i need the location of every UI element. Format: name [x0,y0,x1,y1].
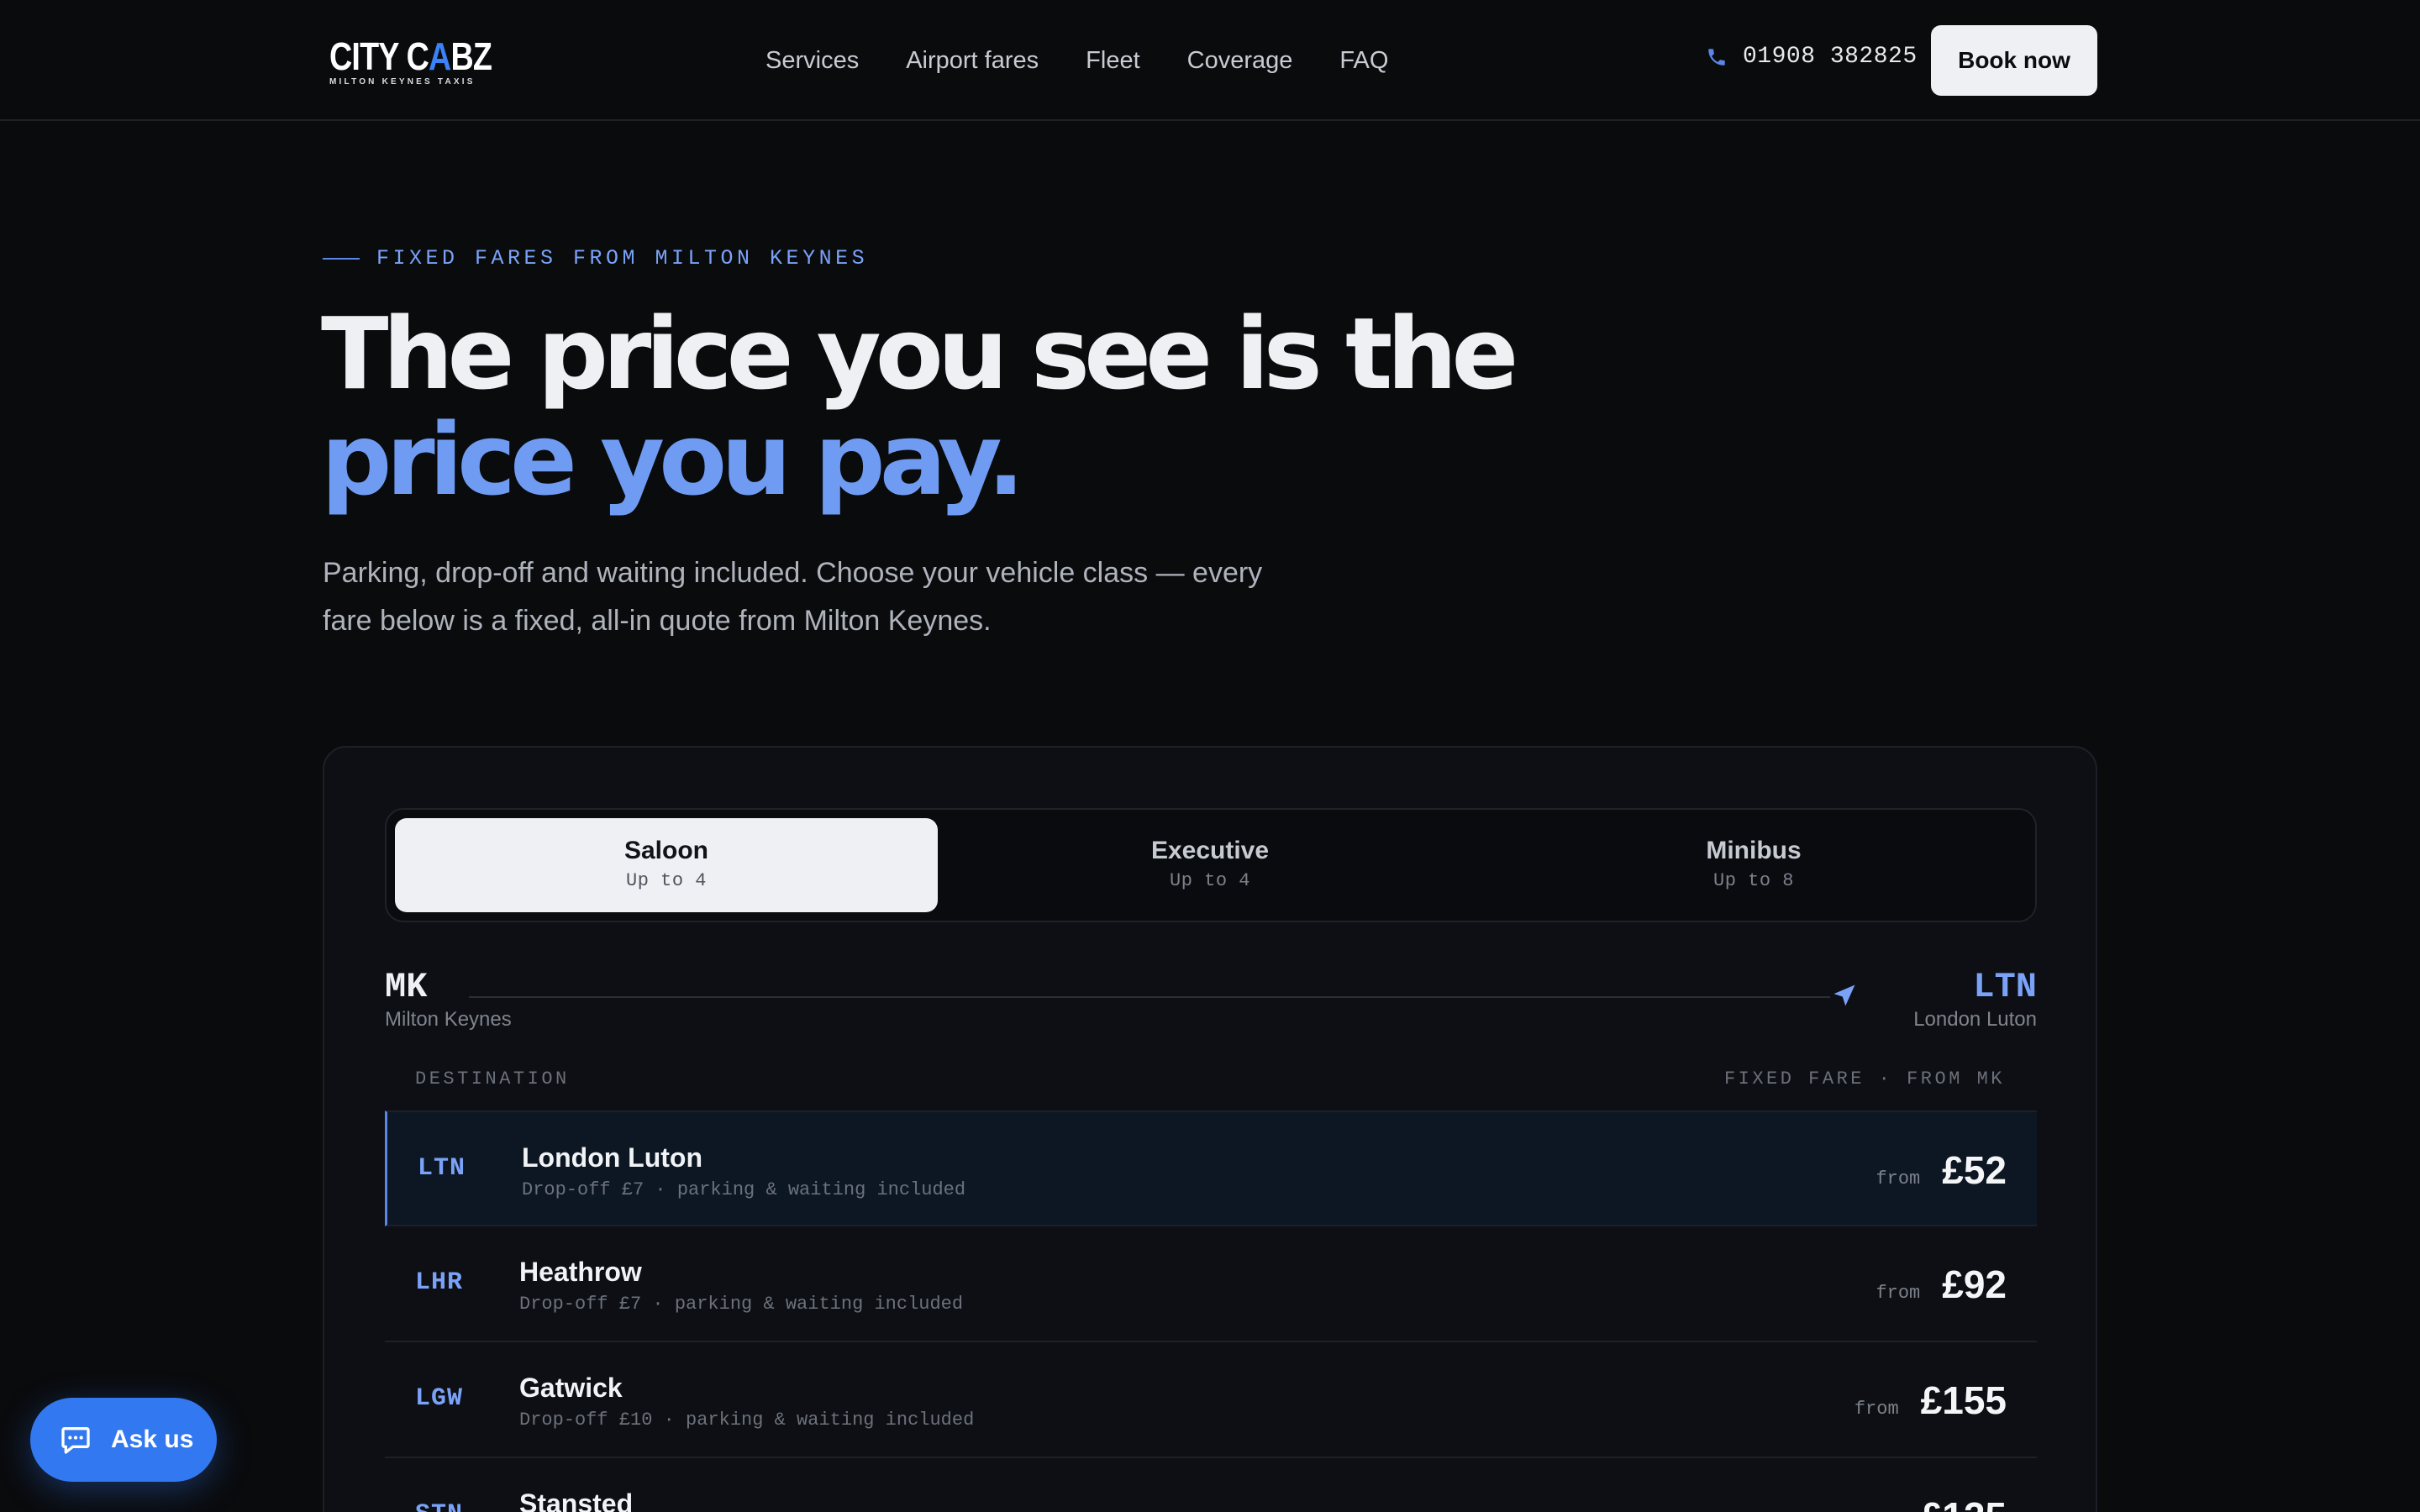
airport-code: LTN [418,1154,466,1183]
ask-us-chat-button[interactable]: Ask us [30,1398,217,1482]
fare-row-lgw[interactable]: LGW Gatwick Drop-off £10 · parking & wai… [385,1342,2037,1458]
airport-name: Gatwick [519,1373,623,1403]
airport-name: Heathrow [519,1257,642,1287]
nav-link-coverage[interactable]: Coverage [1187,44,1293,77]
route-origin: MK Milton Keynes [385,968,512,1032]
airport-name: London Luton [522,1142,703,1173]
logo[interactable]: CITY CABZ MILTON KEYNES TAXIS [329,34,492,87]
site-header: CITY CABZ MILTON KEYNES TAXIS Services A… [0,0,2420,121]
fare-price: £125 [1921,1494,2007,1512]
vehicle-class-tabs: Saloon Up to 4 Executive Up to 4 Minibus… [385,808,2037,922]
nav-link-faq[interactable]: FAQ [1339,44,1388,77]
main-nav: Services Airport fares Fleet Coverage FA… [765,44,1435,77]
fare-card: Saloon Up to 4 Executive Up to 4 Minibus… [323,746,2097,1512]
nav-link-services[interactable]: Services [765,44,859,77]
tab-title: Minibus [1706,837,1802,864]
tab-executive[interactable]: Executive Up to 4 [939,818,1481,912]
airport-code: STN [415,1500,463,1512]
fare-from-label: from [1876,1283,1921,1304]
fare-row-stn[interactable]: STN Stansted £125 [385,1458,2037,1512]
origin-code: MK [385,967,428,1007]
fare-row-lhr[interactable]: LHR Heathrow Drop-off £7 · parking & wai… [385,1226,2037,1342]
airport-code: LHR [415,1268,464,1297]
fare-note: Drop-off £7 · parking & waiting included [519,1294,964,1315]
tab-minibus[interactable]: Minibus Up to 8 [1482,818,2025,912]
fare-price-group: from £155 [1854,1378,2007,1423]
chat-label: Ask us [111,1425,194,1453]
fare-price-group: £125 [1899,1494,2007,1512]
eyebrow: FIXED FARES FROM MILTON KEYNES [323,246,868,270]
page: CITY CABZ MILTON KEYNES TAXIS Services A… [0,0,2420,1512]
fare-price-group: from £92 [1876,1262,2007,1307]
fare-note: Drop-off £10 · parking & waiting include… [519,1410,975,1431]
route-destination: LTN London Luton [1913,968,2037,1032]
airport-code: LGW [415,1384,464,1413]
location-pin-icon: A [429,34,451,78]
destination-name: London Luton [1913,1008,2037,1031]
fare-price: £155 [1920,1378,2007,1422]
tab-capacity: Up to 8 [1713,870,1794,891]
tab-title: Saloon [623,837,708,864]
fare-price-group: from £52 [1876,1147,2007,1193]
phone-link[interactable]: 01908 382825 [1706,44,1918,70]
headline-line-1: The price you see is the [321,296,1518,412]
fare-price: £52 [1942,1148,2007,1192]
fare-row-ltn[interactable]: LTN London Luton Drop-off £7 · parking &… [385,1110,2037,1226]
tab-title: Executive [1150,837,1270,864]
phone-icon [1708,48,1725,66]
tab-capacity: Up to 4 [1170,870,1250,891]
nav-link-airport-fares[interactable]: Airport fares [906,44,1039,77]
plane-icon [1833,984,1855,1006]
airport-name: Stansted [519,1488,634,1512]
column-header-fare: FIXED FARE · FROM MK [1723,1068,2005,1089]
origin-name: Milton Keynes [385,1008,512,1031]
logo-wordmark: CITY CABZ [329,34,492,78]
headline-line-2: price you pay. [321,402,1025,517]
tab-saloon[interactable]: Saloon Up to 4 [395,818,938,912]
hero-subtitle: Parking, drop-off and waiting included. … [323,557,1263,637]
destination-code: LTN [1973,967,2037,1007]
fare-note: Drop-off £7 · parking & waiting included [522,1179,966,1200]
column-header-destination: DESTINATION [415,1068,570,1089]
eyebrow-rule [323,257,360,260]
fare-from-label: from [1876,1168,1921,1189]
chat-icon [61,1427,90,1454]
logo-tagline: MILTON KEYNES TAXIS [329,77,476,87]
nav-link-fleet[interactable]: Fleet [1086,44,1139,77]
phone-number: 01908 382825 [1743,44,1918,70]
fare-price: £92 [1942,1263,2007,1306]
fare-from-label: from [1854,1399,1899,1420]
fare-list: LTN London Luton Drop-off £7 · parking &… [385,1110,2037,1512]
route-line [469,996,1830,998]
tab-capacity: Up to 4 [626,870,707,891]
book-now-button[interactable]: Book now [1931,25,2097,96]
page-title: The price you see is the price you pay. [321,296,1518,517]
eyebrow-text: FIXED FARES FROM MILTON KEYNES [376,246,869,270]
